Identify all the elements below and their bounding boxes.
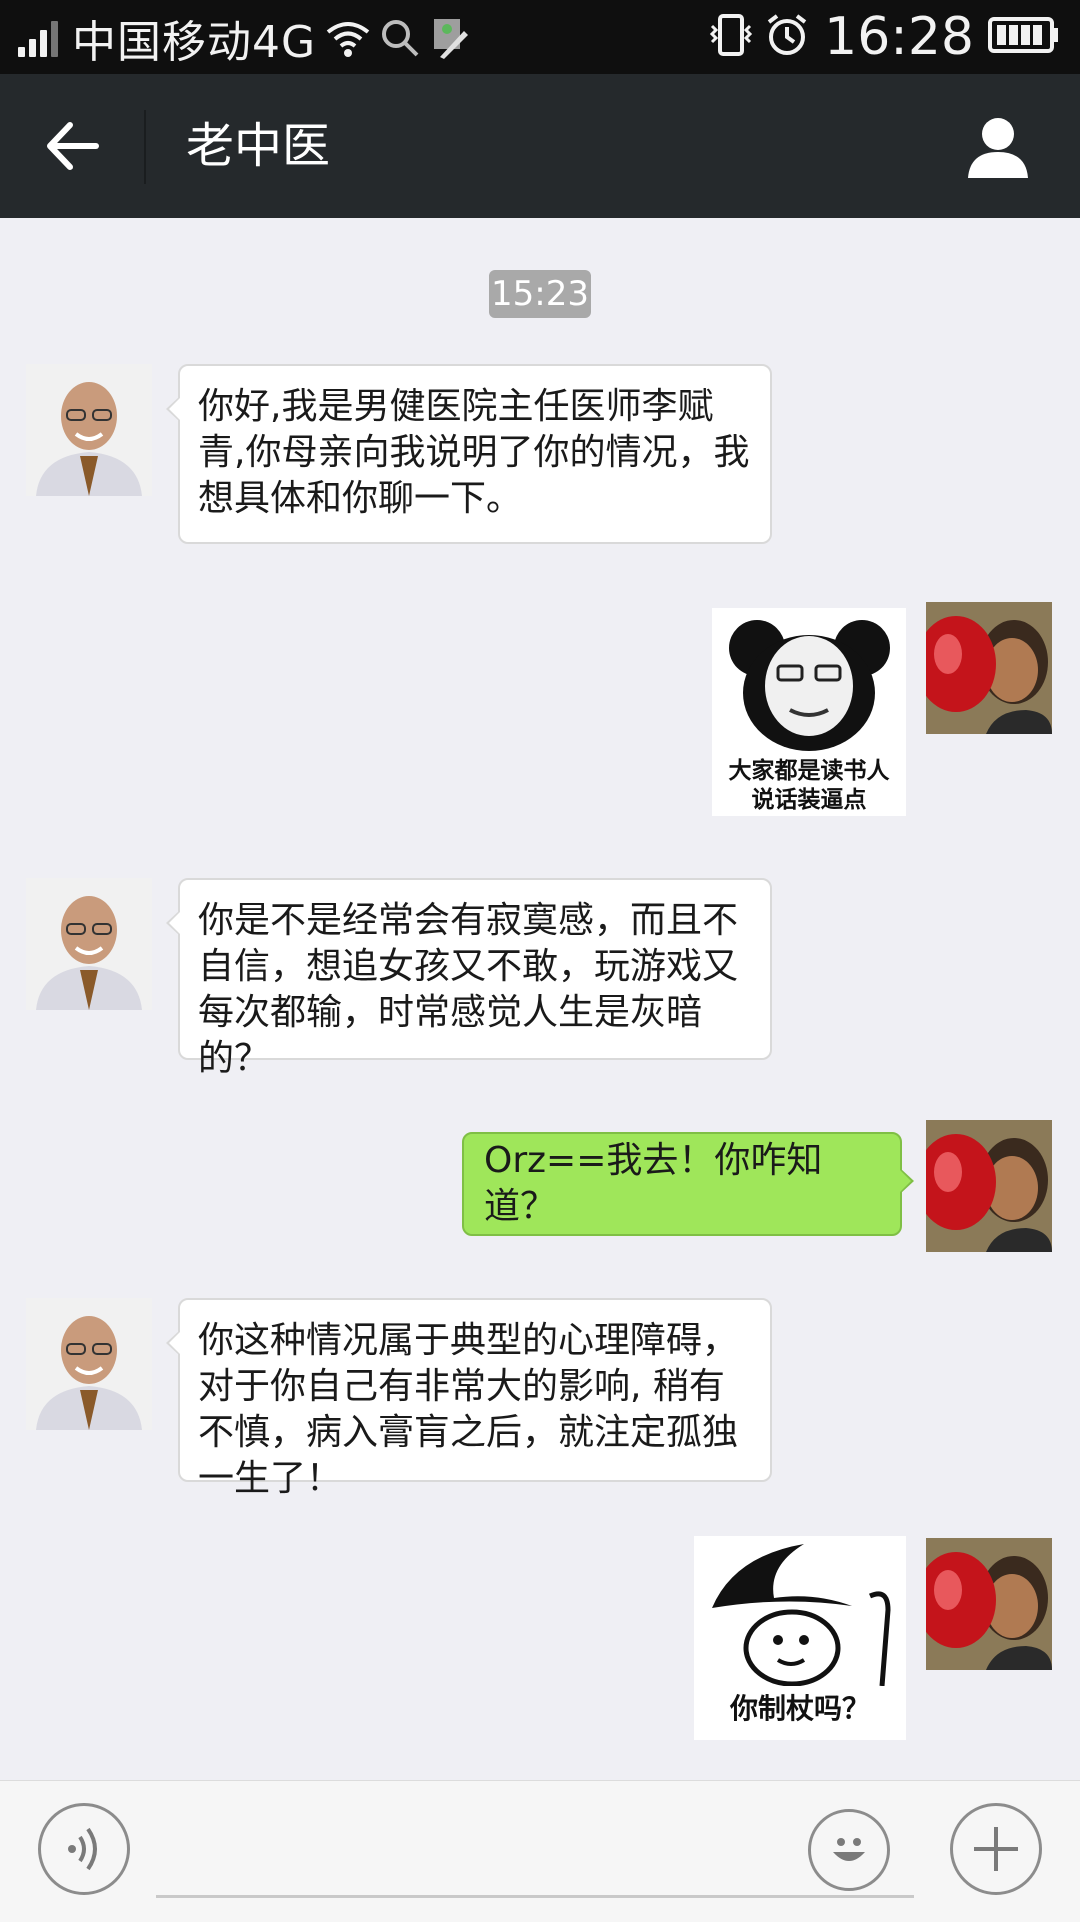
message-bubble-doctor[interactable]: 你是不是经常会有寂寞感，而且不自信，想追女孩又不敢，玩游戏又每次都输，时常感觉人… — [166, 878, 772, 1079]
back-button[interactable] — [40, 118, 104, 174]
carrier-name: 中国移动4G — [72, 17, 317, 68]
status-bar: 中国移动4G 16:28 — [0, 0, 1080, 74]
message-input[interactable] — [156, 1895, 914, 1898]
status-time: 16:28 — [824, 7, 974, 67]
message-list[interactable]: 15:23 你好,我是男健医院主任医师李赋青,你母亲向我说明了你的情况，我想具体… — [0, 218, 1080, 1780]
sticker-message[interactable]: 你制杖吗？ — [694, 1536, 906, 1740]
voice-button[interactable] — [38, 1803, 130, 1895]
timestamp-chip: 15:23 — [489, 270, 591, 318]
battery-icon — [988, 15, 1060, 59]
sticker-caption: 你制杖吗？ — [729, 1692, 870, 1725]
doctor-avatar[interactable] — [26, 878, 152, 1010]
message-bubble-me[interactable]: Orz==我去！你咋知道？ — [462, 1132, 914, 1236]
message-bubble-doctor[interactable]: 你好,我是男健医院主任医师李赋青,你母亲向我说明了你的情况，我想具体和你聊一下。 — [166, 364, 772, 544]
message-bubble-doctor[interactable]: 你这种情况属于典型的心理障碍，对于你自己有非常大的影响, 稍有不慎，病入膏肓之后… — [166, 1298, 772, 1499]
profile-button[interactable] — [966, 114, 1030, 180]
chat-header: 老中医 — [0, 74, 1080, 218]
user-avatar[interactable] — [926, 602, 1052, 734]
user-avatar[interactable] — [926, 1538, 1052, 1670]
more-button[interactable] — [950, 1803, 1042, 1895]
plus-icon — [974, 1827, 1018, 1871]
vibrate-icon — [708, 12, 754, 62]
user-avatar[interactable] — [926, 1120, 1052, 1252]
chat-title: 老中医 — [186, 118, 331, 174]
sticker-caption: 大家都是读书人 说话装逼点 — [728, 757, 890, 813]
wizard-sticker — [694, 1536, 906, 1687]
person-icon — [968, 118, 1028, 178]
signal-icon — [18, 19, 62, 57]
alarm-icon — [764, 12, 810, 62]
emoji-icon — [833, 1838, 865, 1861]
voice-icon — [68, 1827, 97, 1871]
doctor-avatar[interactable] — [26, 364, 152, 496]
doctor-avatar[interactable] — [26, 1298, 152, 1430]
search-icon — [380, 18, 420, 58]
header-divider — [144, 110, 146, 184]
input-bar — [0, 1780, 1080, 1922]
panda-face-sticker — [712, 608, 906, 758]
emoji-button[interactable] — [808, 1809, 890, 1891]
arrow-left-icon — [47, 122, 99, 170]
wifi-icon — [326, 18, 370, 58]
notification-icon — [430, 17, 470, 59]
sticker-message[interactable]: 大家都是读书人 说话装逼点 — [712, 608, 906, 816]
